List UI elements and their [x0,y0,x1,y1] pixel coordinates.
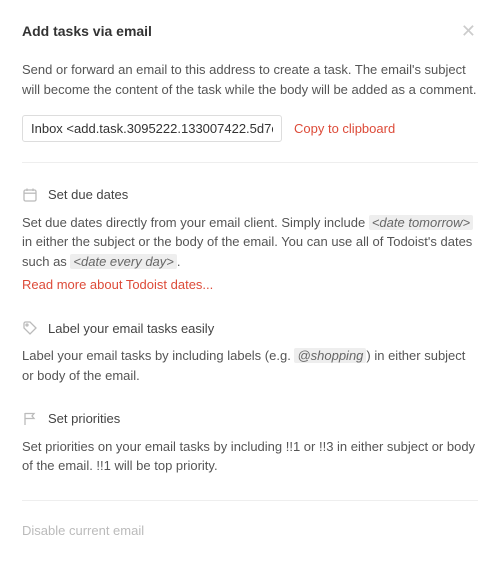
section-body-due-dates: Set due dates directly from your email c… [22,213,478,295]
copy-to-clipboard-link[interactable]: Copy to clipboard [294,119,395,139]
date-every-day-tag: <date every day> [70,254,176,269]
dialog-title: Add tasks via email [22,21,152,42]
calendar-icon [22,187,38,203]
section-due-dates: Set due dates Set due dates directly fro… [22,185,478,295]
section-title-due-dates: Set due dates [48,185,128,205]
read-more-dates-link[interactable]: Read more about Todoist dates... [22,275,213,295]
section-title-labels: Label your email tasks easily [48,319,214,339]
footer-divider [22,500,478,501]
labels-text-pre: Label your email tasks by including labe… [22,348,294,363]
section-body-priorities: Set priorities on your email tasks by in… [22,437,478,476]
close-icon[interactable]: ✕ [459,20,478,42]
date-tomorrow-tag: <date tomorrow> [369,215,473,230]
shopping-label-tag: @shopping [294,348,366,363]
due-dates-text-post: . [177,254,181,269]
section-labels: Label your email tasks easily Label your… [22,319,478,386]
divider [22,162,478,163]
disable-current-email-link[interactable]: Disable current email [22,521,478,541]
section-priorities: Set priorities Set priorities on your em… [22,409,478,476]
section-body-labels: Label your email tasks by including labe… [22,346,478,385]
email-address-input[interactable] [22,115,282,142]
flag-icon [22,411,38,427]
due-dates-text-pre: Set due dates directly from your email c… [22,215,369,230]
intro-text: Send or forward an email to this address… [22,60,478,99]
tag-icon [22,320,38,336]
section-title-priorities: Set priorities [48,409,120,429]
